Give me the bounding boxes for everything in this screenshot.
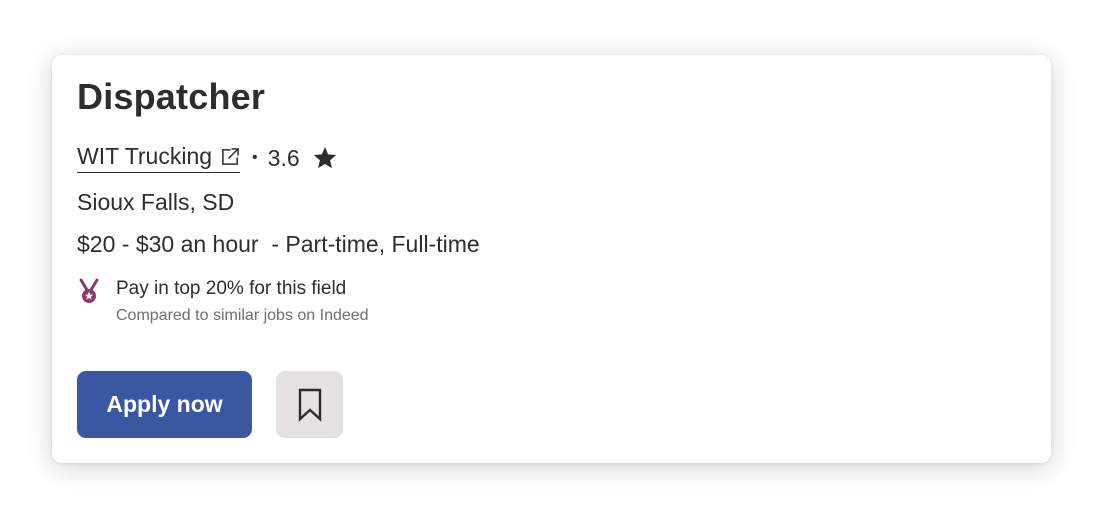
apply-now-button[interactable]: Apply now [77,371,252,438]
pay-insight-headline: Pay in top 20% for this field [116,278,347,299]
company-row: WIT Trucking • 3.6 [77,141,338,175]
pay-insight: Pay in top 20% for this field Compared t… [77,277,369,328]
job-title: Dispatcher [77,76,266,117]
company-name: WIT Trucking [77,143,213,169]
pay-insight-subtext: Compared to similar jobs on Indeed [116,307,369,324]
pay-insight-text: Pay in top 20% for this field Compared t… [116,277,369,328]
company-link[interactable]: WIT Trucking [77,143,241,173]
job-header-card: Dispatcher WIT Trucking • 3.6 Sioux Fall… [52,55,1051,463]
external-link-icon [222,147,241,165]
salary-and-job-type: $20 - $30 an hour - Part-time, Full-time [77,231,480,257]
star-icon [313,146,336,169]
separator-dot: • [252,149,258,166]
bookmark-icon [298,388,321,422]
company-rating: 3.6 [267,144,300,171]
job-location: Sioux Falls, SD [77,189,235,215]
medal-icon [79,278,99,303]
save-job-button[interactable] [276,371,343,438]
